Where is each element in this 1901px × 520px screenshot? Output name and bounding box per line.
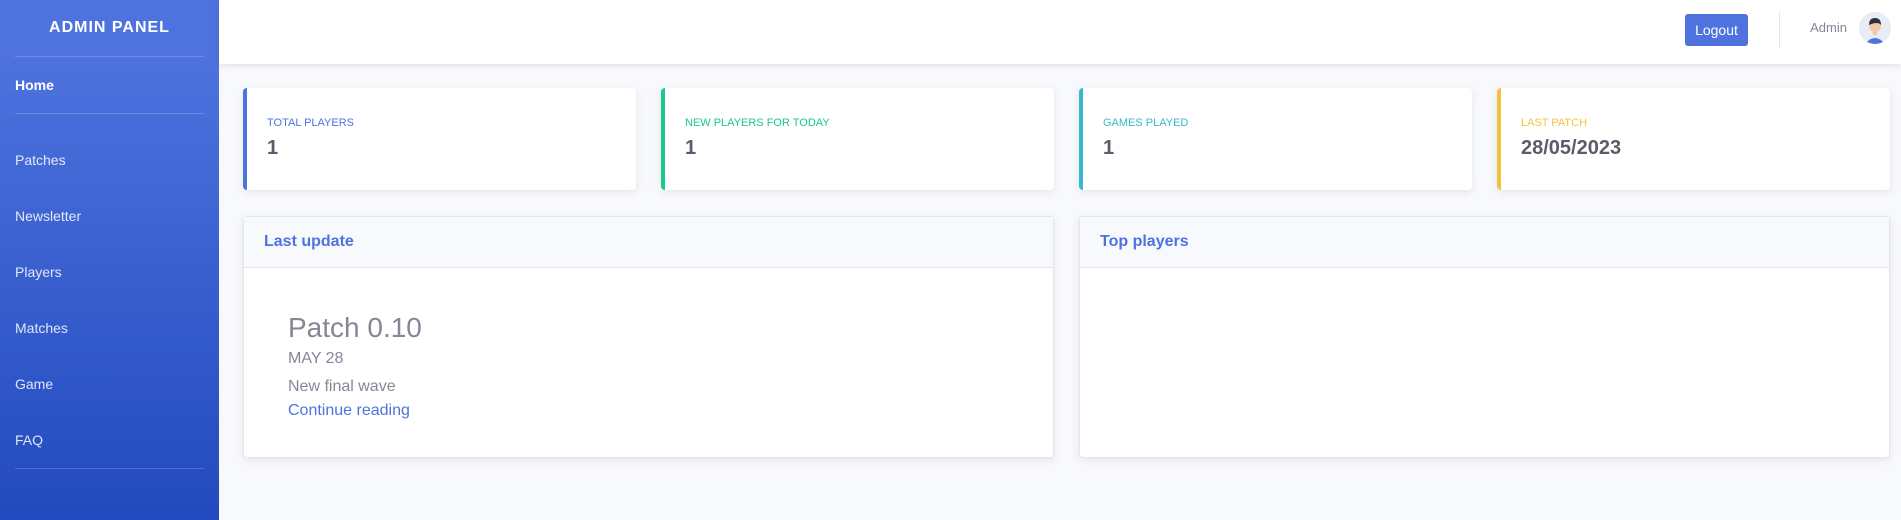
stat-value: 1: [1103, 137, 1115, 159]
continue-reading-link[interactable]: Continue reading: [288, 402, 410, 420]
panel-title: Top players: [1080, 217, 1889, 268]
topbar: Logout Admin: [219, 0, 1901, 64]
sidebar-divider: [15, 468, 204, 469]
stat-card-games-played: GAMES PLAYED 1: [1079, 88, 1472, 190]
patch-title: Patch 0.10: [288, 312, 422, 343]
sidebar-item-newsletter[interactable]: Newsletter: [0, 188, 219, 244]
user-avatar-icon: [1859, 12, 1891, 44]
sidebar-item-home[interactable]: Home: [0, 57, 219, 113]
avatar[interactable]: [1859, 12, 1891, 44]
sidebar-item-patches[interactable]: Patches: [0, 132, 219, 188]
stat-value: 1: [267, 137, 279, 159]
stat-label: TOTAL PLAYERS: [267, 117, 355, 129]
panel-title: Last update: [244, 217, 1053, 268]
stat-value: 1: [685, 137, 697, 159]
stat-label: NEW PLAYERS FOR TODAY: [685, 117, 830, 129]
logout-button[interactable]: Logout: [1685, 14, 1748, 46]
last-update-panel: Last update Patch 0.10 MAY 28 New final …: [243, 216, 1054, 458]
top-players-panel: Top players: [1079, 216, 1890, 458]
sidebar-item-players[interactable]: Players: [0, 244, 219, 300]
patch-description: New final wave: [288, 378, 396, 395]
stat-card-total-players: TOTAL PLAYERS 1: [243, 88, 636, 190]
stat-card-new-players: NEW PLAYERS FOR TODAY 1: [661, 88, 1054, 190]
stat-label: GAMES PLAYED: [1103, 117, 1189, 129]
stat-value: 28/05/2023: [1521, 137, 1622, 159]
sidebar-item-matches[interactable]: Matches: [0, 300, 219, 356]
topbar-divider: [1779, 12, 1780, 48]
sidebar-item-faq[interactable]: FAQ: [0, 412, 219, 468]
stat-card-last-patch: LAST PATCH 28/05/2023: [1497, 88, 1890, 190]
patch-date: MAY 28: [288, 350, 344, 367]
stat-label: LAST PATCH: [1521, 117, 1588, 129]
user-name[interactable]: Admin: [1810, 20, 1847, 35]
sidebar-item-game[interactable]: Game: [0, 356, 219, 412]
sidebar-brand[interactable]: ADMIN PANEL: [0, 0, 219, 56]
sidebar: ADMIN PANEL Home Patches Newsletter Play…: [0, 0, 219, 520]
